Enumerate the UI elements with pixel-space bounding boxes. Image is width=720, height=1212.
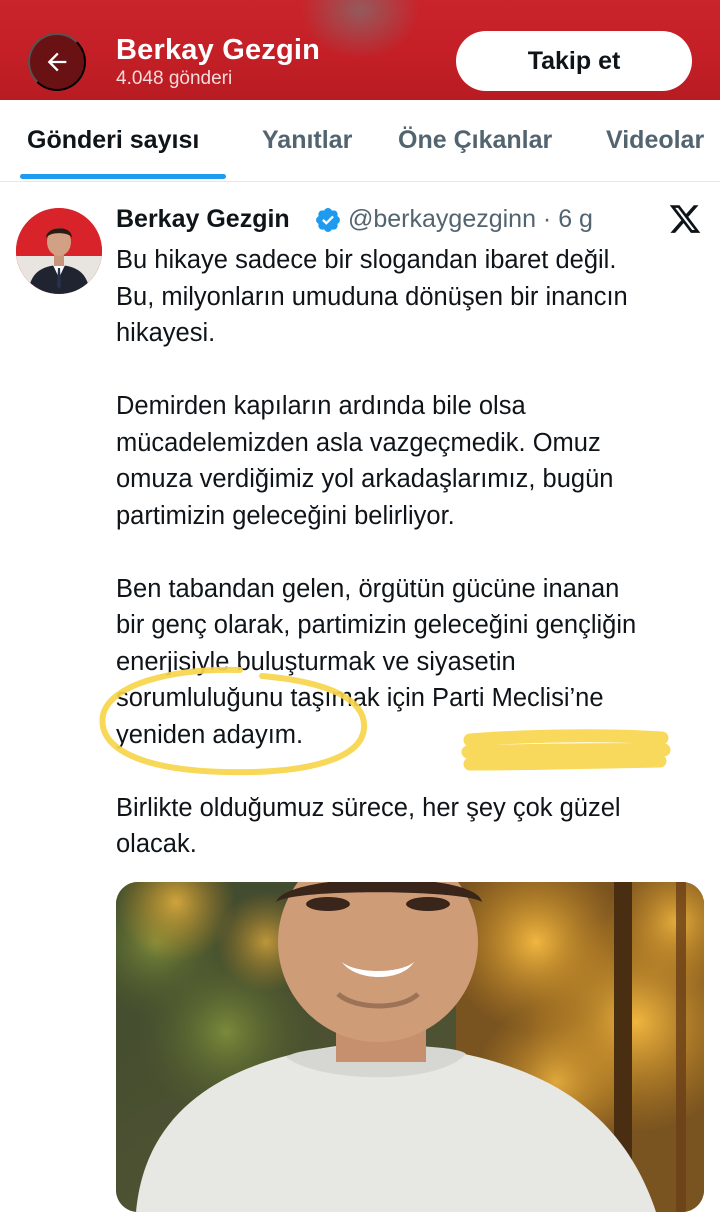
profile-name: Berkay Gezgin xyxy=(116,34,321,66)
video-thumbnail xyxy=(116,882,704,1212)
post-count: 4.048 gönderi xyxy=(116,68,233,89)
avatar[interactable] xyxy=(16,208,102,294)
tab-replies[interactable]: Yanıtlar xyxy=(262,126,352,155)
profile-tabs: Gönderi sayısı Yanıtlar Öne Çıkanlar Vid… xyxy=(0,100,720,182)
arrow-left-icon xyxy=(47,52,67,72)
verified-badge-icon xyxy=(316,208,340,232)
post-paragraph: Ben tabandan gelen, örgütün gücüne inana… xyxy=(116,574,637,749)
back-button[interactable] xyxy=(28,33,86,91)
tab-posts[interactable]: Gönderi sayısı xyxy=(27,126,199,155)
post-text: Bu hikaye sadece bir slogandan ibaret de… xyxy=(116,242,706,863)
tab-videos[interactable]: Videolar xyxy=(606,126,704,155)
profile-header: Berkay Gezgin 4.048 gönderi Takip et xyxy=(0,0,720,100)
tab-highlights[interactable]: Öne Çıkanlar xyxy=(398,126,552,155)
post-paragraph: Bu hikaye sadece bir slogandan ibaret de… xyxy=(116,246,628,347)
avatar-photo xyxy=(16,208,102,294)
author-name[interactable]: Berkay Gezgin xyxy=(116,205,290,234)
x-logo-icon xyxy=(669,205,701,233)
handle-and-time[interactable]: @berkaygezginn · 6 g xyxy=(348,205,593,234)
active-tab-indicator xyxy=(20,174,226,179)
post-paragraph: Demirden kapıların ardında bile olsa müc… xyxy=(116,392,614,530)
post-paragraph: Birlikte olduğumuz sürece, her şey çok g… xyxy=(116,793,621,859)
follow-button[interactable]: Takip et xyxy=(456,31,692,91)
post-media[interactable] xyxy=(116,882,704,1212)
